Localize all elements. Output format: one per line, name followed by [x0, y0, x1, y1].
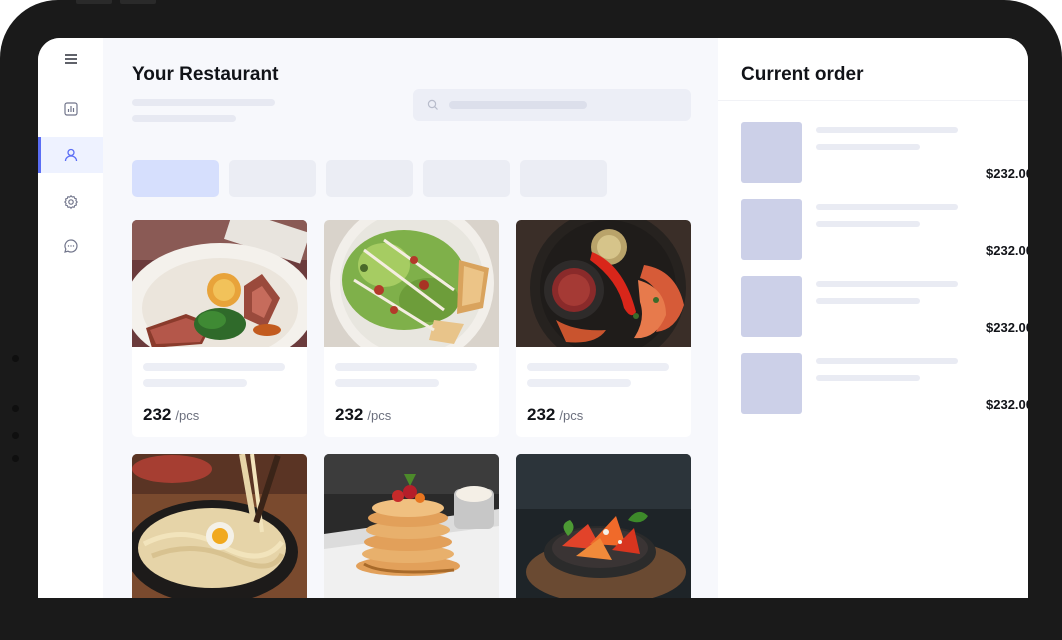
main-content: Your Restaurant 232 /pcs 232 /pcs 232 /p…: [103, 38, 718, 598]
order-item-amount: $232.00: [986, 320, 1028, 335]
hardware-button: [120, 0, 156, 4]
category-tab[interactable]: [326, 160, 413, 197]
hardware-dot: [12, 455, 19, 462]
order-item-desc-placeholder: [816, 375, 920, 381]
product-desc-placeholder: [143, 379, 247, 387]
menu-icon: [64, 54, 77, 64]
product-card[interactable]: [132, 454, 307, 598]
subtitle-placeholder: [132, 99, 275, 106]
sidebar-item-messages[interactable]: [38, 228, 103, 264]
product-card[interactable]: 232/pcs: [132, 220, 307, 437]
tomato-salad-image: [516, 454, 691, 598]
sidebar-item-profile[interactable]: [38, 137, 103, 173]
gear-icon: [63, 195, 78, 209]
order-item-thumbnail: [741, 276, 802, 337]
order-item-desc-placeholder: [816, 144, 920, 150]
category-tab[interactable]: [132, 160, 219, 197]
order-item[interactable]: $232.00: [741, 276, 1028, 338]
product-price: 232/pcs: [335, 405, 392, 424]
order-item-name-placeholder: [816, 281, 958, 287]
sidebar: [38, 38, 104, 598]
order-item-name-placeholder: [816, 204, 958, 210]
order-item[interactable]: $232.00: [741, 122, 1028, 184]
order-item[interactable]: $232.00: [741, 353, 1028, 415]
product-name-placeholder: [143, 363, 285, 371]
search-icon: [427, 99, 438, 110]
sidebar-item-analytics[interactable]: [38, 91, 103, 127]
app-screen: Your Restaurant 232 /pcs 232 /pcs 232 /p…: [38, 38, 1028, 598]
subtitle-placeholder: [132, 115, 236, 122]
product-card[interactable]: [324, 454, 499, 598]
search-placeholder: [449, 101, 587, 109]
search-input[interactable]: [413, 89, 691, 121]
order-item-name-placeholder: [816, 358, 958, 364]
product-desc-placeholder: [335, 379, 439, 387]
noodle-bowl-image: [132, 454, 307, 598]
order-item-thumbnail: [741, 122, 802, 183]
user-icon: [64, 148, 77, 162]
hardware-button: [76, 0, 112, 4]
salad-plate-image: [324, 220, 499, 347]
order-item-thumbnail: [741, 199, 802, 260]
hardware-dot: [12, 432, 19, 439]
order-item[interactable]: $232.00: [741, 199, 1028, 261]
product-price: 232/pcs: [527, 405, 584, 424]
order-item-amount: $232.00: [986, 397, 1028, 412]
chart-icon: [63, 102, 78, 116]
menu-button[interactable]: [38, 41, 103, 77]
hardware-dot: [12, 355, 19, 362]
chat-icon: [63, 239, 78, 253]
shrimp-plate-image: [516, 220, 691, 347]
product-card[interactable]: 232/pcs: [324, 220, 499, 437]
order-item-name-placeholder: [816, 127, 958, 133]
product-name-placeholder: [527, 363, 669, 371]
product-card[interactable]: [516, 454, 691, 598]
order-item-desc-placeholder: [816, 221, 920, 227]
pancake-stack-image: [324, 454, 499, 598]
product-card[interactable]: 232/pcs: [516, 220, 691, 437]
product-name-placeholder: [335, 363, 477, 371]
category-tab[interactable]: [229, 160, 316, 197]
current-order-panel: Current order $232.00 $232.00 $232.00 $2…: [718, 38, 1028, 598]
order-title: Current order: [741, 64, 864, 85]
order-item-amount: $232.00: [986, 243, 1028, 258]
product-price: 232/pcs: [143, 405, 200, 424]
order-item-thumbnail: [741, 353, 802, 414]
category-tab[interactable]: [520, 160, 607, 197]
product-desc-placeholder: [527, 379, 631, 387]
steak-plate-image: [132, 220, 307, 347]
sidebar-item-settings[interactable]: [38, 184, 103, 220]
page-title: Your Restaurant: [132, 64, 279, 85]
camera-dot: [12, 405, 19, 412]
divider: [718, 100, 1028, 101]
order-item-desc-placeholder: [816, 298, 920, 304]
order-item-amount: $232.00: [986, 166, 1028, 181]
category-tab[interactable]: [423, 160, 510, 197]
